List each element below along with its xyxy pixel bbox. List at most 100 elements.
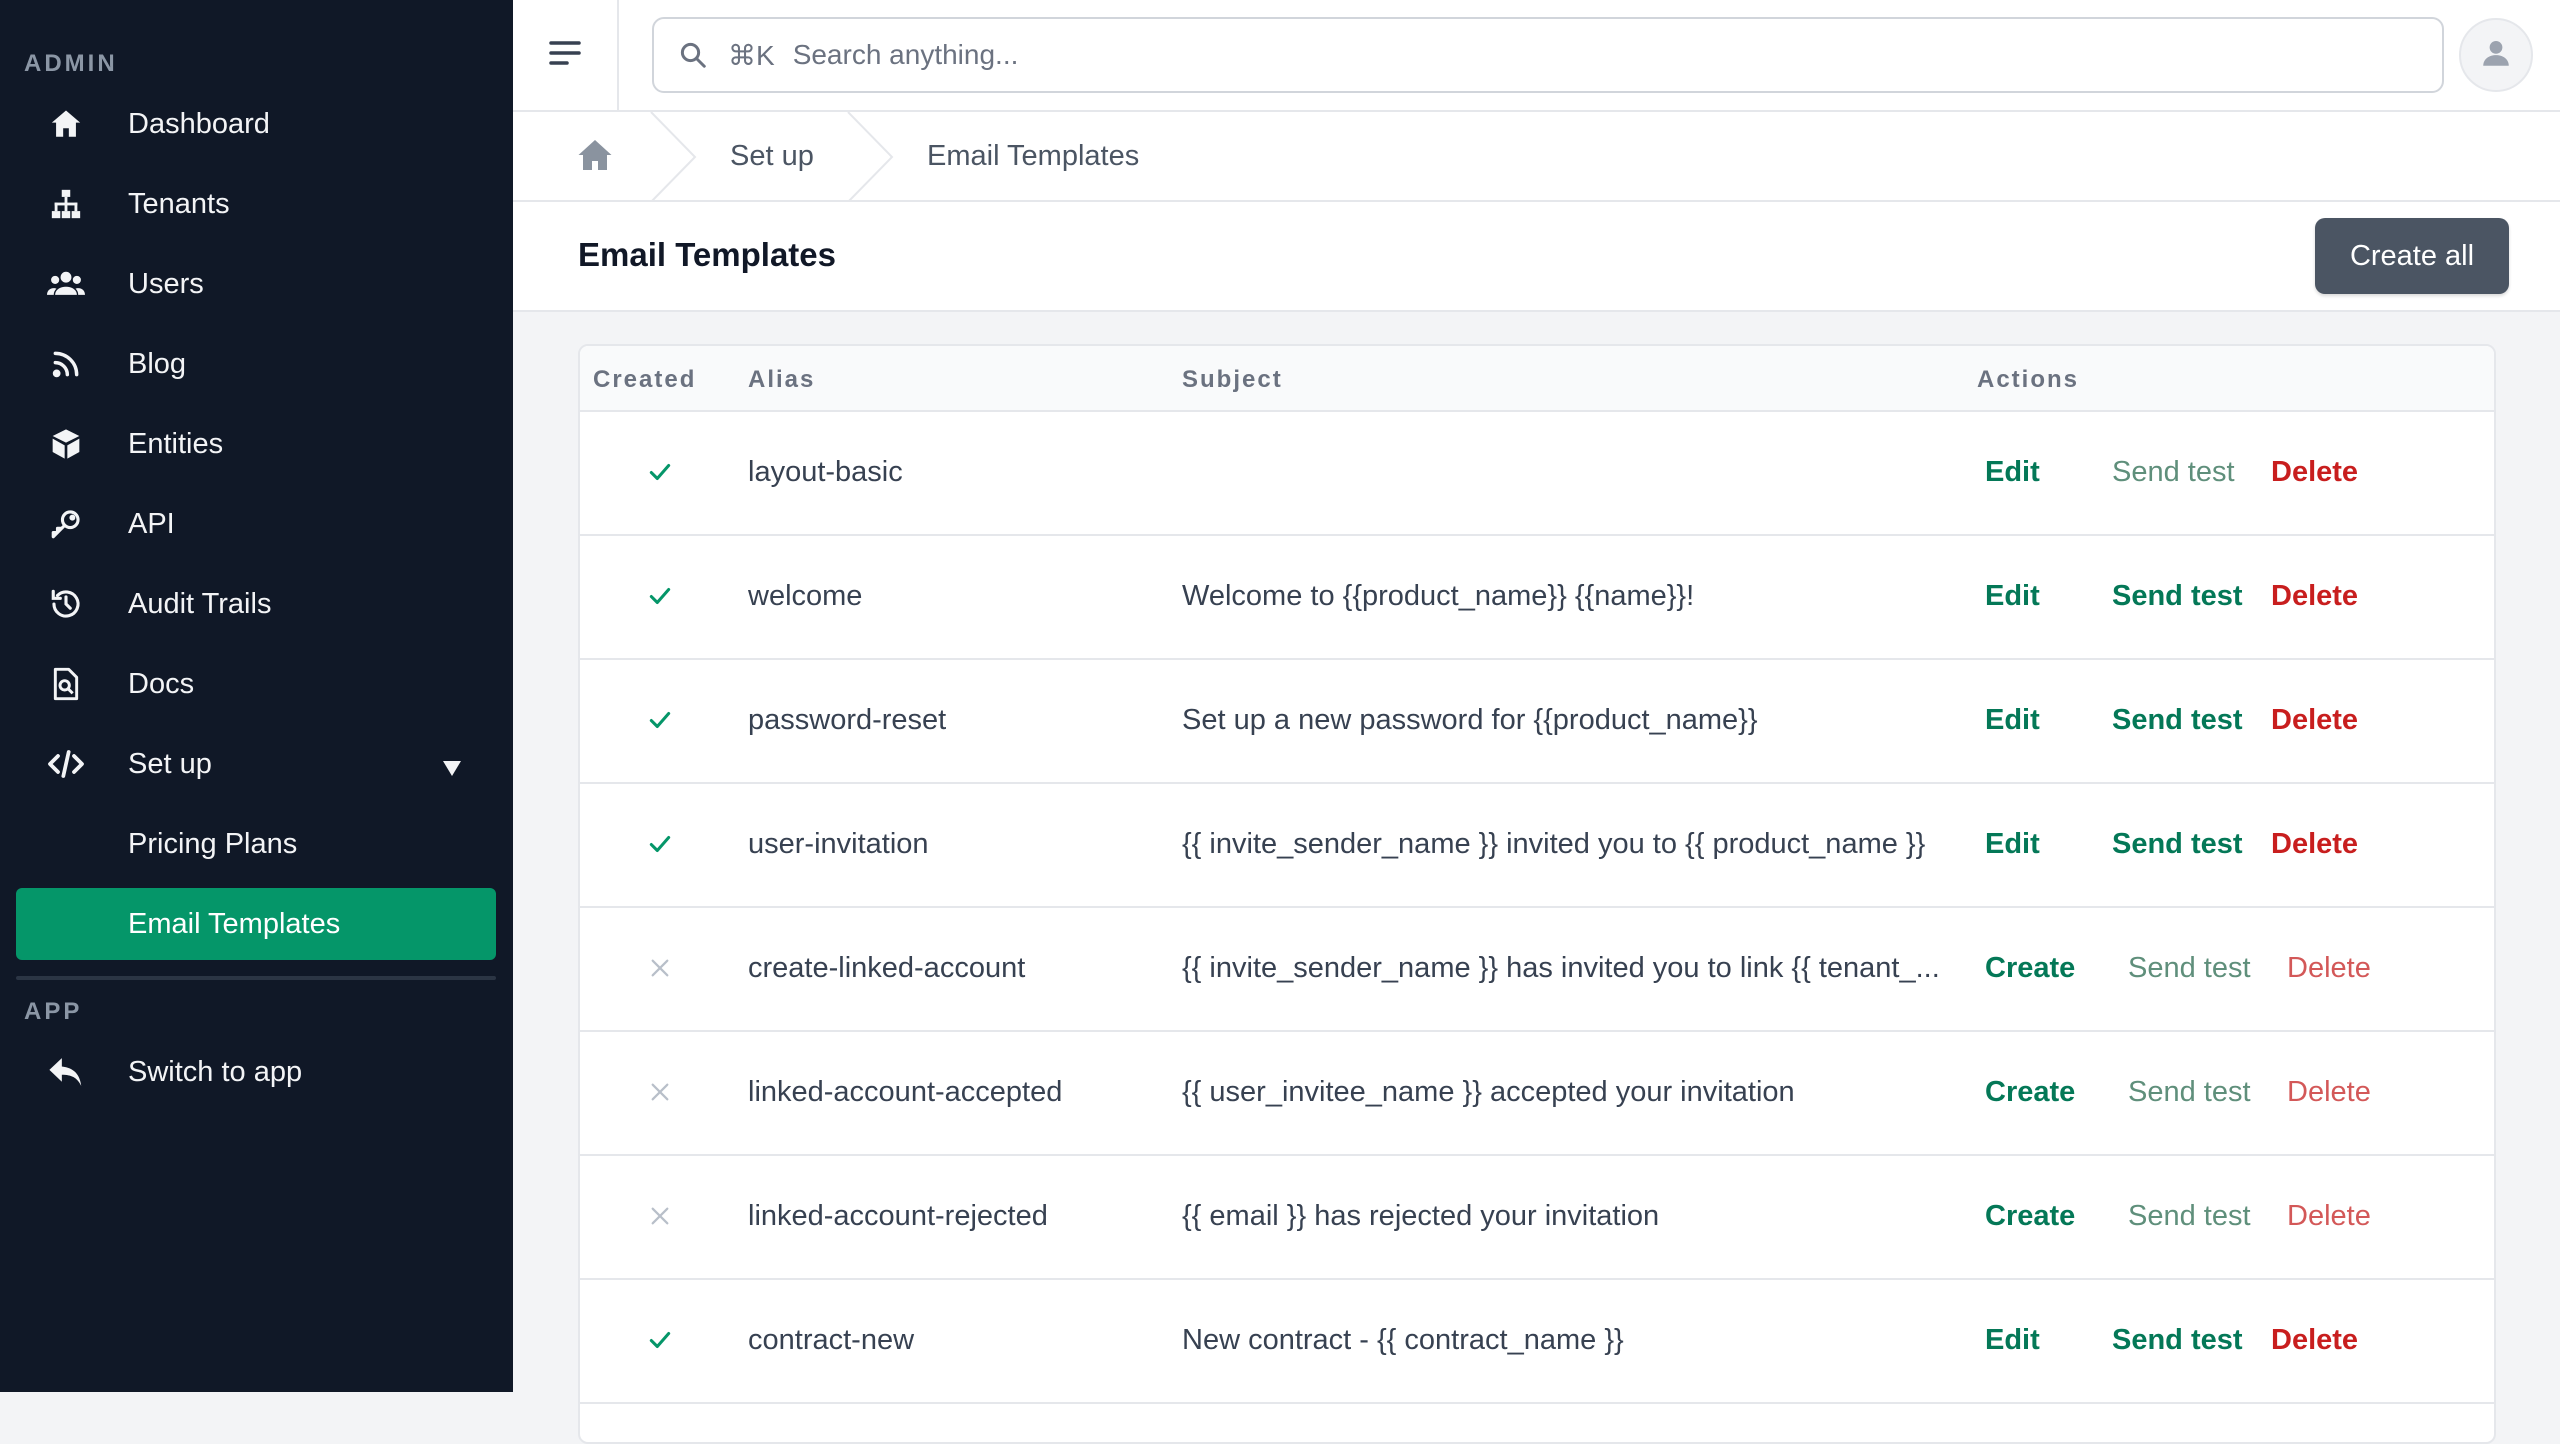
table-row: create-linked-account {{ invite_sender_na… xyxy=(580,908,2494,1032)
alias-cell: password-reset xyxy=(748,704,947,736)
alias-cell: create-linked-account xyxy=(748,952,1026,984)
check-icon xyxy=(644,580,676,612)
create-button[interactable]: Create xyxy=(1985,1076,2075,1109)
table-row: user-invitation {{ invite_sender_name }} … xyxy=(580,784,2494,908)
page-title: Email Templates xyxy=(578,236,836,273)
column-header-subject: Subject xyxy=(1182,366,1283,393)
edit-button[interactable]: Edit xyxy=(1985,704,2040,737)
caret-down-icon[interactable] xyxy=(442,752,462,785)
users-icon xyxy=(46,264,86,304)
sidebar-item-label: Docs xyxy=(128,667,195,700)
search-input[interactable] xyxy=(790,38,2442,72)
menu-toggle-button[interactable] xyxy=(513,0,619,110)
subject-cell: {{ email }} has rejected your invitation xyxy=(1182,1200,1660,1232)
sidebar-item-entities[interactable]: Entities xyxy=(16,408,496,480)
sidebar-item-tenants[interactable]: Tenants xyxy=(16,168,496,240)
sidebar-item-email-templates[interactable]: Email Templates xyxy=(16,888,496,960)
table-row: linked-account-rejected {{ email }} has r… xyxy=(580,1156,2494,1280)
column-header-created: Created xyxy=(593,366,697,393)
history-icon xyxy=(46,584,86,624)
search-shortcut-hint: ⌘K xyxy=(728,39,775,71)
sidebar-section-admin: ADMIN xyxy=(24,50,118,77)
subject-cell: New contract - {{ contract_name }} xyxy=(1182,1324,1624,1356)
sidebar-item-label: API xyxy=(128,507,175,540)
sidebar-item-label: Email Templates xyxy=(128,907,341,940)
alias-cell: user-invitation xyxy=(748,828,929,860)
column-header-actions: Actions xyxy=(1977,366,2080,393)
delete-button[interactable]: Delete xyxy=(2271,580,2358,613)
home-icon xyxy=(46,104,86,144)
breadcrumb-separator xyxy=(847,112,894,202)
breadcrumb: Set up Email Templates xyxy=(513,112,2560,202)
alias-cell: linked-account-rejected xyxy=(748,1200,1048,1232)
sidebar-item-users[interactable]: Users xyxy=(16,248,496,320)
delete-button[interactable]: Delete xyxy=(2271,1324,2358,1357)
sidebar-item-api[interactable]: API xyxy=(16,488,496,560)
reply-arrow-icon xyxy=(46,1052,86,1092)
check-icon xyxy=(644,828,676,860)
sidebar-item-label: Set up xyxy=(128,747,212,780)
send-test-button[interactable]: Send test xyxy=(2128,1076,2251,1109)
sidebar-section-app: APP xyxy=(24,998,83,1025)
sidebar-item-pricing-plans[interactable]: Pricing Plans xyxy=(16,808,496,880)
sidebar-item-label: Tenants xyxy=(128,187,230,220)
table-row: linked-account-accepted {{ user_invitee_n… xyxy=(580,1032,2494,1156)
edit-button[interactable]: Edit xyxy=(1985,456,2040,489)
alias-cell: welcome xyxy=(748,580,863,612)
avatar[interactable] xyxy=(2459,18,2533,92)
delete-button[interactable]: Delete xyxy=(2287,952,2371,985)
sidebar-item-switch-to-app[interactable]: Switch to app xyxy=(16,1036,496,1108)
hamburger-icon xyxy=(548,39,582,72)
search-bar[interactable]: ⌘K xyxy=(652,17,2444,93)
table-row: welcome Welcome to {{product_name}} {{nam… xyxy=(580,536,2494,660)
check-icon xyxy=(644,1324,676,1356)
delete-button[interactable]: Delete xyxy=(2271,456,2358,489)
breadcrumb-set-up[interactable]: Set up xyxy=(730,140,814,173)
search-icon xyxy=(678,40,708,70)
sidebar-item-label: Switch to app xyxy=(128,1055,303,1088)
delete-button[interactable]: Delete xyxy=(2287,1076,2371,1109)
breadcrumb-separator xyxy=(650,112,697,202)
sidebar-item-dashboard[interactable]: Dashboard xyxy=(16,88,496,160)
edit-button[interactable]: Edit xyxy=(1985,580,2040,613)
home-breadcrumb-icon[interactable] xyxy=(577,138,613,177)
send-test-button[interactable]: Send test xyxy=(2112,456,2235,489)
table-row: contract-new New contract - {{ contract_n… xyxy=(580,1280,2494,1404)
email-templates-table: Created Alias Subject Actions layout-bas… xyxy=(578,344,2496,1444)
sidebar-item-label: Audit Trails xyxy=(128,587,272,620)
send-test-button[interactable]: Send test xyxy=(2128,952,2251,985)
subject-cell: {{ invite_sender_name }} has invited you… xyxy=(1182,952,1940,984)
sidebar-divider xyxy=(16,976,496,980)
send-test-button[interactable]: Send test xyxy=(2112,1324,2243,1357)
send-test-button[interactable]: Send test xyxy=(2128,1200,2251,1233)
table-row: layout-basic Edit Send test Delete xyxy=(580,412,2494,536)
table-row: password-reset Set up a new password for … xyxy=(580,660,2494,784)
create-button[interactable]: Create xyxy=(1985,952,2075,985)
code-icon xyxy=(46,744,86,784)
send-test-button[interactable]: Send test xyxy=(2112,704,2243,737)
create-all-button[interactable]: Create all xyxy=(2315,218,2509,294)
delete-button[interactable]: Delete xyxy=(2287,1200,2371,1233)
delete-button[interactable]: Delete xyxy=(2271,704,2358,737)
sidebar-item-blog[interactable]: Blog xyxy=(16,328,496,400)
create-button[interactable]: Create xyxy=(1985,1200,2075,1233)
sidebar-item-label: Users xyxy=(128,267,204,300)
sidebar-item-docs[interactable]: Docs xyxy=(16,648,496,720)
edit-button[interactable]: Edit xyxy=(1985,1324,2040,1357)
org-chart-icon xyxy=(46,184,86,224)
delete-button[interactable]: Delete xyxy=(2271,828,2358,861)
subject-cell: {{ invite_sender_name }} invited you to … xyxy=(1182,828,1926,860)
alias-cell: contract-new xyxy=(748,1324,915,1356)
check-icon xyxy=(644,704,676,736)
edit-button[interactable]: Edit xyxy=(1985,828,2040,861)
document-search-icon xyxy=(46,664,86,704)
key-icon xyxy=(46,504,86,544)
sidebar-item-set-up[interactable]: Set up xyxy=(16,728,496,800)
send-test-button[interactable]: Send test xyxy=(2112,828,2243,861)
check-icon xyxy=(644,456,676,488)
page-header: Email Templates Create all xyxy=(513,202,2560,312)
user-icon xyxy=(2479,36,2513,75)
sidebar-item-audit-trails[interactable]: Audit Trails xyxy=(16,568,496,640)
send-test-button[interactable]: Send test xyxy=(2112,580,2243,613)
breadcrumb-email-templates[interactable]: Email Templates xyxy=(927,140,1139,173)
